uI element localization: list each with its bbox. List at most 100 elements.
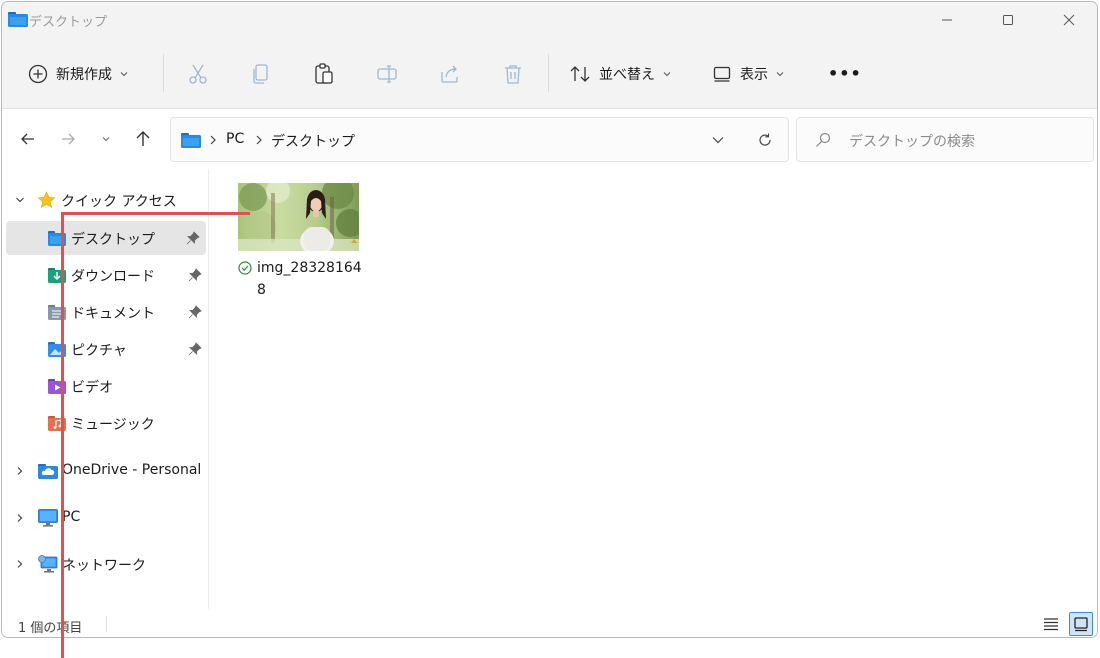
command-bar: 新規作成 並べ替え 表示 •••	[2, 38, 1097, 109]
arrow-up-icon	[136, 131, 150, 146]
paste-icon[interactable]	[312, 62, 336, 86]
sidebar-item-pictures[interactable]: ピクチャ	[2, 332, 208, 366]
new-button-label: 新規作成	[56, 66, 112, 83]
large-icons-view-button[interactable]	[1069, 612, 1093, 636]
chevron-right-icon[interactable]	[15, 466, 25, 476]
forward-button[interactable]	[56, 127, 80, 151]
sidebar-item-music[interactable]: ミュージック	[2, 406, 208, 440]
sidebar-item-label: ドキュメント	[71, 306, 155, 322]
computer-icon	[38, 509, 58, 527]
sidebar-item-label: クイック アクセス	[61, 194, 177, 210]
pin-icon[interactable]	[188, 342, 202, 356]
view-layout-icon	[713, 66, 731, 82]
item-count: 1 個の項目	[18, 621, 83, 636]
recent-locations-button[interactable]	[94, 127, 118, 151]
pin-icon[interactable]	[188, 305, 202, 319]
close-button[interactable]	[1044, 2, 1094, 38]
chevron-right-icon[interactable]	[15, 513, 25, 523]
image-thumbnail[interactable]	[238, 183, 359, 251]
view-button[interactable]: 表示	[712, 38, 784, 109]
more-options-button[interactable]: •••	[828, 38, 862, 109]
sidebar-item-videos[interactable]: ビデオ	[2, 369, 208, 403]
chevron-down-icon	[120, 71, 128, 76]
large-icons-view-icon	[1074, 617, 1088, 632]
chevron-down-icon	[102, 137, 110, 142]
search-input[interactable]: デスクトップの検索	[796, 117, 1094, 162]
copy-icon[interactable]	[249, 62, 273, 86]
chevron-down-icon[interactable]	[15, 195, 25, 205]
sidebar-item-label: ネットワーク	[62, 558, 146, 574]
status-divider	[106, 616, 107, 632]
chevron-down-icon	[663, 71, 671, 76]
view-button-label: 表示	[740, 66, 768, 83]
sort-button-label: 並べ替え	[599, 66, 655, 83]
navigation-pane: クイック アクセス デスクトップ ダウンロード ドキュメント ピクチャ ビデオ …	[2, 169, 209, 609]
sort-button[interactable]: 並べ替え	[569, 38, 671, 109]
close-icon	[1063, 14, 1075, 26]
sidebar-item-desktop[interactable]: デスクトップ	[6, 221, 206, 255]
details-view-button[interactable]	[1039, 612, 1063, 636]
more-icon: •••	[828, 64, 862, 83]
chevron-right-icon	[256, 135, 262, 145]
chevron-right-icon[interactable]	[15, 559, 25, 569]
sync-status-check-icon	[238, 261, 252, 275]
sort-icon	[570, 65, 590, 82]
sidebar-item-label: ピクチャ	[71, 343, 127, 359]
minimize-button[interactable]	[922, 2, 972, 38]
network-icon	[38, 555, 58, 573]
cut-icon[interactable]	[186, 62, 210, 86]
file-explorer-window: デスクトップ 新規作成 並べ替え 表示 ••• PC デスクトップ デスクトップ…	[1, 1, 1098, 638]
pin-icon[interactable]	[186, 231, 200, 245]
callout-line-vertical	[61, 212, 64, 658]
toolbar-divider	[163, 54, 164, 92]
sidebar-item-label: ミュージック	[71, 417, 155, 433]
sidebar-item-onedrive[interactable]: OneDrive - Personal	[2, 454, 208, 488]
sidebar-item-label: ダウンロード	[71, 269, 155, 285]
maximize-icon	[1003, 15, 1013, 25]
pin-icon[interactable]	[188, 268, 202, 282]
sidebar-item-label: OneDrive - Personal	[62, 462, 202, 478]
sidebar-item-pc[interactable]: PC	[2, 501, 208, 535]
breadcrumb-desktop[interactable]: デスクトップ	[271, 131, 355, 151]
details-view-icon	[1044, 618, 1058, 631]
window-title: デスクトップ	[29, 15, 108, 30]
file-name-line1: img_28328164	[257, 260, 362, 276]
add-circle-icon	[28, 64, 48, 83]
refresh-icon[interactable]	[757, 132, 773, 148]
chevron-right-icon	[210, 135, 216, 145]
delete-icon[interactable]	[501, 62, 525, 86]
status-bar: 1 個の項目	[2, 609, 1097, 637]
address-bar[interactable]: PC デスクトップ	[170, 117, 789, 162]
search-placeholder: デスクトップの検索	[849, 134, 975, 150]
rename-icon[interactable]	[375, 62, 399, 86]
photo-thumbnail-image	[238, 183, 359, 251]
arrow-right-icon	[62, 133, 75, 145]
minimize-icon	[942, 19, 952, 21]
callout-line-horizontal	[61, 212, 250, 215]
title-bar: デスクトップ	[2, 2, 1097, 38]
sidebar-item-label: ビデオ	[71, 380, 113, 396]
sidebar-item-documents[interactable]: ドキュメント	[2, 295, 208, 329]
file-list: img_28328164 8	[210, 169, 1097, 609]
address-row: PC デスクトップ デスクトップの検索	[2, 109, 1097, 169]
sidebar-item-network[interactable]: ネットワーク	[2, 547, 208, 581]
sidebar-item-label: デスクトップ	[71, 232, 155, 248]
file-name-line2: 8	[257, 282, 266, 298]
chevron-down-icon	[776, 71, 784, 76]
up-button[interactable]	[131, 127, 155, 151]
onedrive-folder-icon	[38, 464, 58, 479]
chevron-down-icon[interactable]	[712, 135, 724, 145]
sidebar-item-label: PC	[62, 509, 81, 525]
file-name[interactable]: img_28328164 8	[238, 257, 368, 301]
share-icon[interactable]	[438, 62, 462, 86]
new-button[interactable]: 新規作成	[28, 38, 128, 109]
sidebar-item-downloads[interactable]: ダウンロード	[2, 258, 208, 292]
back-button[interactable]	[16, 127, 40, 151]
desktop-folder-icon	[181, 133, 201, 148]
star-icon	[37, 191, 56, 208]
toolbar-divider	[548, 54, 549, 92]
desktop-folder-icon	[8, 12, 28, 27]
maximize-button[interactable]	[983, 2, 1033, 38]
breadcrumb-pc[interactable]: PC	[226, 131, 244, 147]
arrow-left-icon	[21, 133, 34, 145]
